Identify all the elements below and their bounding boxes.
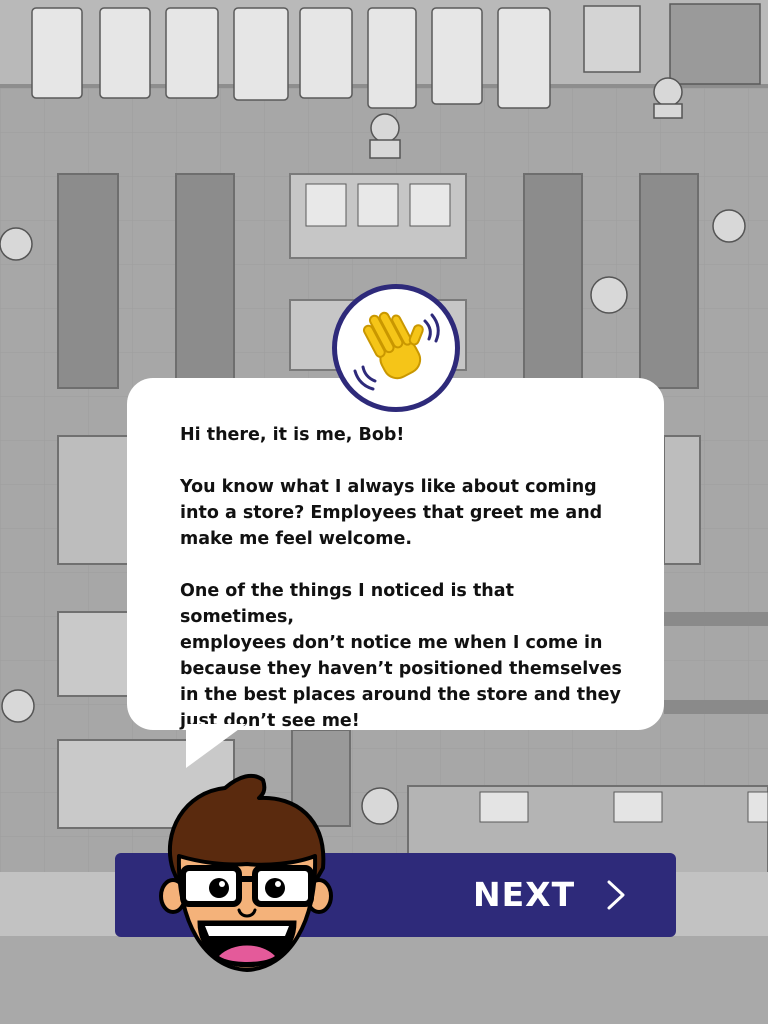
- dialog-greeting: Hi there, it is me, Bob!: [180, 425, 405, 445]
- dialog-line: You know what I always like about coming: [180, 477, 597, 497]
- dialog-bubble-tail: [186, 724, 246, 768]
- next-button-label: NEXT: [473, 875, 576, 914]
- shirt-display-table: [289, 173, 467, 259]
- dialog-line: One of the things I noticed is that some…: [180, 581, 514, 627]
- dialog-line: make me feel welcome.: [180, 529, 412, 549]
- dialog-line: employees don’t notice me when I come in: [180, 633, 603, 653]
- dialog-line: just don’t see me!: [180, 711, 360, 731]
- chevron-right-icon: [607, 880, 625, 910]
- waving-hand-icon: [332, 284, 460, 412]
- dialog-line: into a store? Employees that greet me an…: [180, 503, 603, 523]
- bob-avatar: [159, 773, 333, 972]
- dialog-line: in the best places around the store and …: [180, 685, 621, 705]
- dialog-bubble: Hi there, it is me, Bob! You know what I…: [127, 378, 664, 731]
- dialog-line: because they haven’t positioned themselv…: [180, 659, 622, 679]
